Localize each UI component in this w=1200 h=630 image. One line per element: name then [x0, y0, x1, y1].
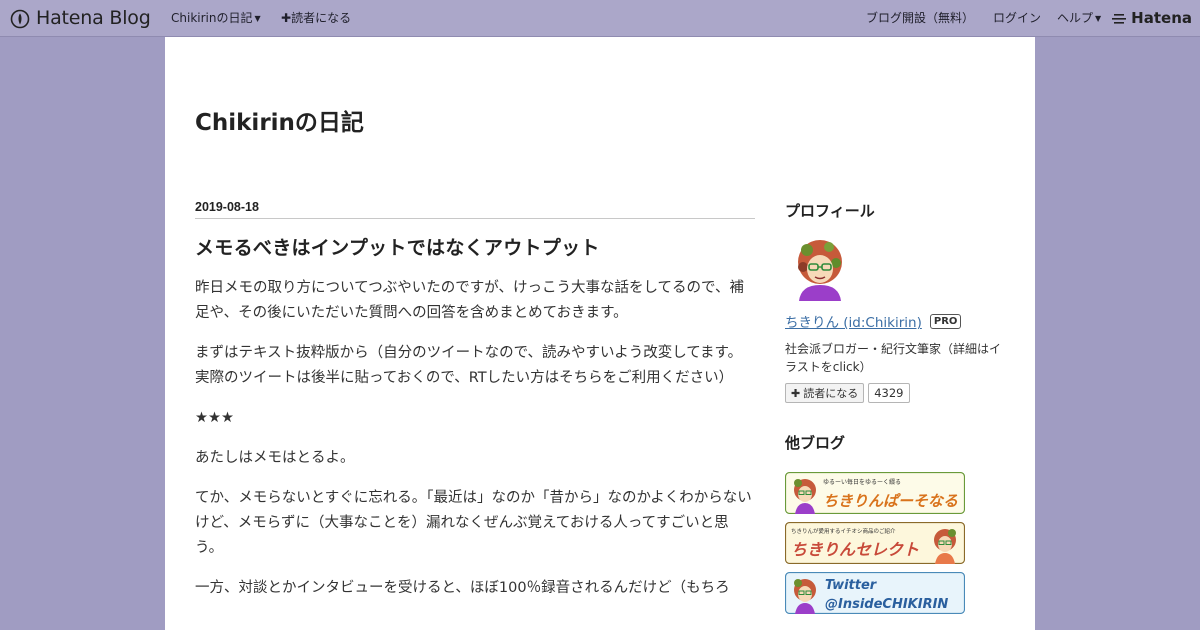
help-label: ヘルプ: [1057, 11, 1094, 25]
blog-menu-dropdown[interactable]: Chikirinの日記 ▼: [171, 0, 261, 37]
logo-text: Hatena Blog: [36, 7, 151, 29]
subscribe-link[interactable]: ✚読者になる: [281, 0, 351, 37]
hatena-blog-logo[interactable]: Hatena Blog: [10, 0, 151, 37]
banner-chikirin-select[interactable]: ちきりんが愛用するイチオシ商品のご紹介 ちきりんセレクト: [785, 522, 965, 564]
login-label: ログイン: [993, 11, 1042, 25]
subscriber-count[interactable]: 4329: [868, 383, 910, 403]
entry-paragraph: あたしはメモはとるよ。: [195, 450, 355, 466]
hatena-lines-icon: [1112, 13, 1127, 24]
open-blog-link[interactable]: ブログ開設（無料）: [866, 0, 974, 37]
profile-link[interactable]: ちきりん (id:Chikirin): [785, 311, 922, 331]
plus-icon: ✚: [791, 386, 801, 400]
other-blogs-heading: 他ブログ: [785, 434, 846, 452]
entry-paragraph: まずはテキスト抜粋版から（自分のツイートなので、読みやすいよう改変してます。実際…: [195, 345, 743, 386]
blog-title[interactable]: Chikirinの日記: [195, 103, 364, 137]
banner-title: ちきりんセレクト: [791, 540, 919, 559]
banner-title-line1: Twitter: [825, 578, 878, 593]
caret-down-icon: ▼: [254, 14, 261, 23]
profile-description: 社会派ブロガー・紀行文筆家（詳細はイラストをclick）: [785, 342, 1002, 374]
profile-line: ちきりん (id:Chikirin) PRO: [785, 311, 1005, 331]
subscribe-label: 読者になる: [291, 11, 352, 25]
pro-badge[interactable]: PRO: [929, 313, 962, 329]
blog-menu-label: Chikirinの日記: [171, 11, 253, 25]
banner-twitter[interactable]: Twitter @InsideCHIKIRIN: [785, 572, 965, 614]
sidebar: プロフィール ちきりん (id:Chikirin) PRO 社会派ブロガー・紀行…: [785, 200, 1005, 614]
banner-chikirin-personal[interactable]: ゆるーい毎日をゆるーく綴る ちきりんぱーそなる: [785, 472, 965, 514]
entry-paragraph: 昨日メモの取り方についてつぶやいたのですが、けっこう大事な話をしてるので、補足や…: [195, 280, 744, 321]
caret-down-icon: ▼: [1095, 14, 1102, 23]
global-header: Hatena Blog Chikirinの日記 ▼ ✚読者になる ブログ開設（無料…: [0, 0, 1200, 37]
banner-caption: ちきりんが愛用するイチオシ商品のご紹介: [791, 527, 896, 535]
help-dropdown[interactable]: ヘルプ ▼: [1057, 0, 1101, 37]
hatena-brand-label: Hatena: [1131, 9, 1192, 27]
blog-entry: 2019-08-18 メモるべきはインプットではなくアウトプット 昨日メモの取り…: [195, 200, 755, 616]
profile-avatar[interactable]: [789, 237, 851, 301]
entry-title[interactable]: メモるべきはインプットではなくアウトプット: [195, 233, 755, 260]
hatena-blog-logo-icon: [10, 9, 30, 28]
open-blog-label: ブログ開設（無料）: [866, 11, 975, 25]
profile-heading: プロフィール: [785, 202, 875, 220]
subscribe-widget: ✚ 読者になる 4329: [785, 383, 1005, 403]
banner-title-line2: @InsideCHIKIRIN: [825, 597, 948, 612]
plus-icon: ✚: [281, 11, 292, 25]
subscribe-button-label: 読者になる: [803, 387, 859, 400]
entry-paragraph: ★★★: [195, 410, 234, 426]
entry-paragraph: 一方、対談とかインタビューを受けると、ほぼ100％録音されるんだけど（もちろ: [195, 580, 730, 596]
banner-caption: ゆるーい毎日をゆるーく綴る: [823, 478, 901, 486]
blog-page: Chikirinの日記 2019-08-18 メモるべきはインプットではなくアウ…: [165, 37, 1035, 630]
subscribe-button[interactable]: ✚ 読者になる: [785, 383, 865, 403]
entry-date[interactable]: 2019-08-18: [195, 200, 755, 219]
hatena-brand-link[interactable]: Hatena: [1112, 0, 1192, 37]
entry-paragraph: てか、メモらないとすぐに忘れる。「最近は」なのか「昔から」なのかよくわからないけ…: [195, 490, 752, 556]
banner-title: ちきりんぱーそなる: [823, 492, 958, 510]
login-link[interactable]: ログイン: [993, 0, 1041, 37]
entry-body: 昨日メモの取り方についてつぶやいたのですが、けっこう大事な話をしてるので、補足や…: [195, 276, 755, 601]
